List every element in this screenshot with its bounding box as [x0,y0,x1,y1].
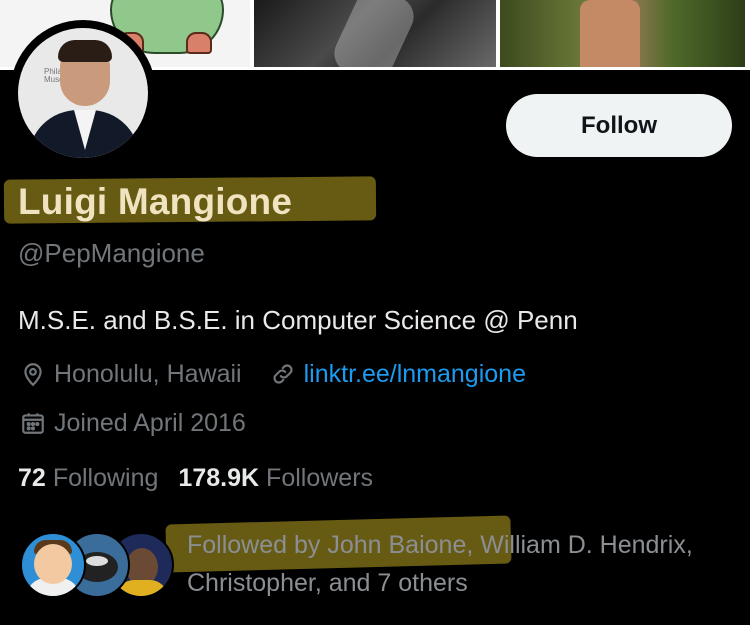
profile-name: Luigi Mangione [18,181,293,222]
followed-by-text[interactable]: Followed by John Baione, William D. Hend… [187,526,737,602]
joined-row: Joined April 2016 [20,406,246,440]
following-label: Following [52,464,159,492]
avatar[interactable]: Phila Muse [18,28,148,158]
link-item[interactable]: linktr.ee/lnmangione [270,360,526,389]
header-image-hike[interactable] [500,0,745,67]
follow-stats: 72 Following 178.9K Followers [18,464,373,493]
profile-bio: M.S.E. and B.S.E. in Computer Science @ … [18,305,578,335]
header-image-xray[interactable] [254,0,496,67]
avatar-hair [58,40,112,62]
mutual-avatar-1 [20,532,86,598]
following-count: 72 [18,464,46,492]
joined-text: Joined April 2016 [54,408,246,437]
profile-meta-row: Honolulu, Hawaii linktr.ee/lnmangione [20,357,526,391]
profile-handle: @PepMangione [18,238,205,268]
followers-count: 178.9K [178,464,260,492]
follow-button[interactable]: Follow [506,94,732,157]
profile-link[interactable]: linktr.ee/lnmangione [304,360,526,389]
following-link[interactable]: 72 Following [18,464,158,493]
mutual-follower-avatars[interactable] [20,532,174,598]
location-item: Honolulu, Hawaii [20,360,242,389]
cartoon-foot-right [186,32,212,54]
location-pin-icon [24,363,42,387]
location-text: Honolulu, Hawaii [54,359,242,388]
followers-link[interactable]: 178.9K Followers [178,464,373,493]
link-icon [273,364,293,384]
calendar-icon [22,413,44,434]
followers-label: Followers [266,464,374,492]
hiker-figure [580,0,640,67]
xray-spine [327,0,421,67]
